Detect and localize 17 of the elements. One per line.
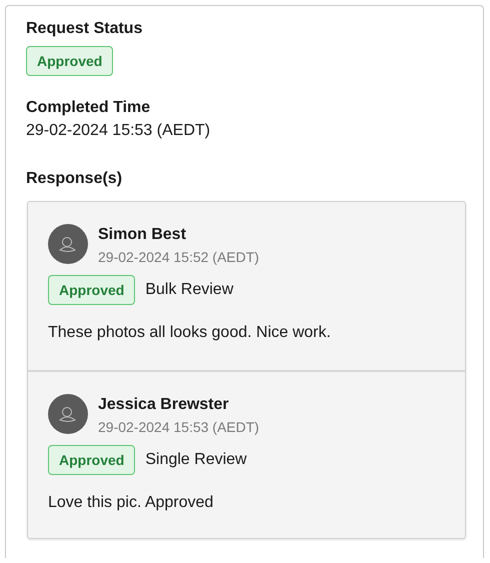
section-label: Completed Time xyxy=(26,98,152,118)
response-time: 29-02-2024 15:53 (AEDT) xyxy=(98,418,260,436)
response-time: 29-02-2024 15:52 (AEDT) xyxy=(98,248,260,266)
response-comment: These photos all looks good. Nice work. xyxy=(48,323,332,343)
reviewer-name: Jessica Brewster xyxy=(98,395,230,415)
status-badge: Approved xyxy=(48,445,136,475)
status-badge: Approved xyxy=(26,46,114,76)
section-label: Response(s) xyxy=(26,169,124,189)
section-label: Request Status xyxy=(26,19,144,39)
reviewer-name: Simon Best xyxy=(98,225,188,245)
avatar-icon xyxy=(48,224,88,264)
review-type: Bulk Review xyxy=(145,281,234,299)
avatar-icon xyxy=(48,394,88,434)
status-badge: Approved xyxy=(48,275,136,305)
response-comment: Love this pic. Approved xyxy=(48,493,214,513)
completed-time: 29-02-2024 15:53 (AEDT) xyxy=(26,121,212,141)
review-type: Single Review xyxy=(145,451,247,469)
